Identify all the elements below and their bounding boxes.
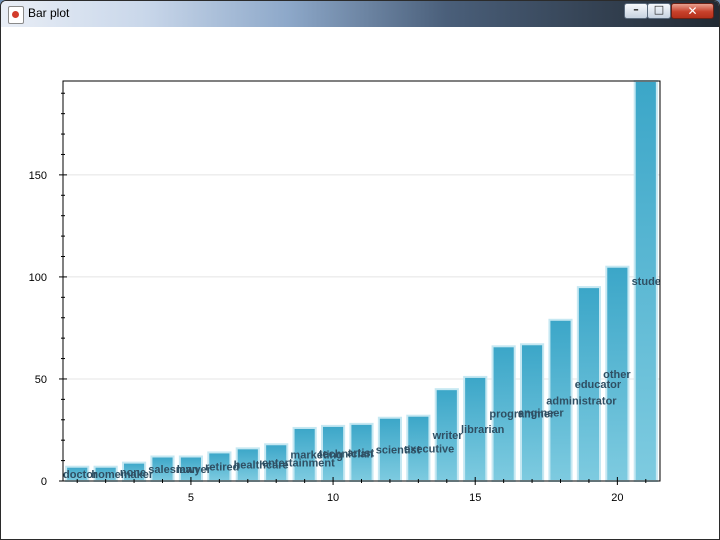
bar-label: other: [603, 369, 631, 381]
chart-area: doctor homemaker none salesman lawyer retired…: [2, 27, 720, 540]
bar-label: executive: [404, 443, 454, 455]
bar-label: administrator: [546, 395, 617, 407]
bar-label: writer: [432, 430, 464, 442]
minimize-icon: –: [633, 3, 639, 16]
y-tick-label: 150: [29, 170, 47, 182]
close-icon: ✕: [687, 4, 698, 18]
title-bar[interactable]: Bar plot – □ ✕: [1, 1, 719, 27]
bars: [65, 80, 658, 483]
maximize-button[interactable]: □: [647, 3, 671, 19]
app-window: Bar plot – □ ✕ doctorhomemakernonesal: [0, 0, 720, 540]
minimize-button[interactable]: –: [624, 3, 648, 19]
close-button[interactable]: ✕: [671, 3, 714, 19]
bar-chart: doctorhomemakernone salesmanlawyerretired…: [29, 80, 672, 504]
maximize-icon: □: [653, 3, 665, 16]
window-title: Bar plot: [28, 6, 70, 20]
bar-label: engineer: [518, 408, 565, 420]
x-tick-label: 10: [327, 492, 339, 504]
y-tick-label: 100: [29, 272, 47, 284]
bar-label: none: [120, 467, 146, 479]
bar-label: student: [632, 276, 672, 288]
y-tick-label: 50: [35, 374, 47, 386]
x-tick-label: 20: [611, 492, 623, 504]
bar-label: artist: [347, 447, 374, 459]
y-tick-label: 0: [41, 476, 47, 488]
bar-label: librarian: [461, 424, 505, 436]
x-tick-label: 5: [188, 492, 194, 504]
java-cup-icon: [8, 6, 24, 24]
x-tick-label: 15: [469, 492, 481, 504]
bar-label: educator: [575, 379, 622, 391]
